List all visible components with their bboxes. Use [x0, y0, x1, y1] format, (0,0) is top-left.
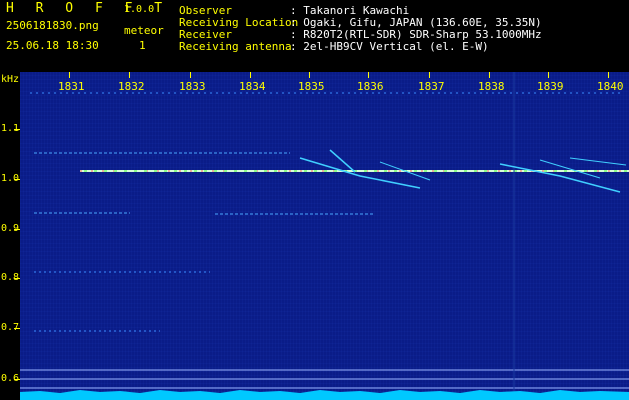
meteor-echo: [299, 157, 421, 189]
meteor-echo: [539, 159, 601, 179]
noise-floor: [20, 390, 629, 400]
meteor-echo: [499, 163, 621, 193]
meteor-echo: [569, 157, 627, 166]
signal-overlay: [20, 72, 629, 400]
